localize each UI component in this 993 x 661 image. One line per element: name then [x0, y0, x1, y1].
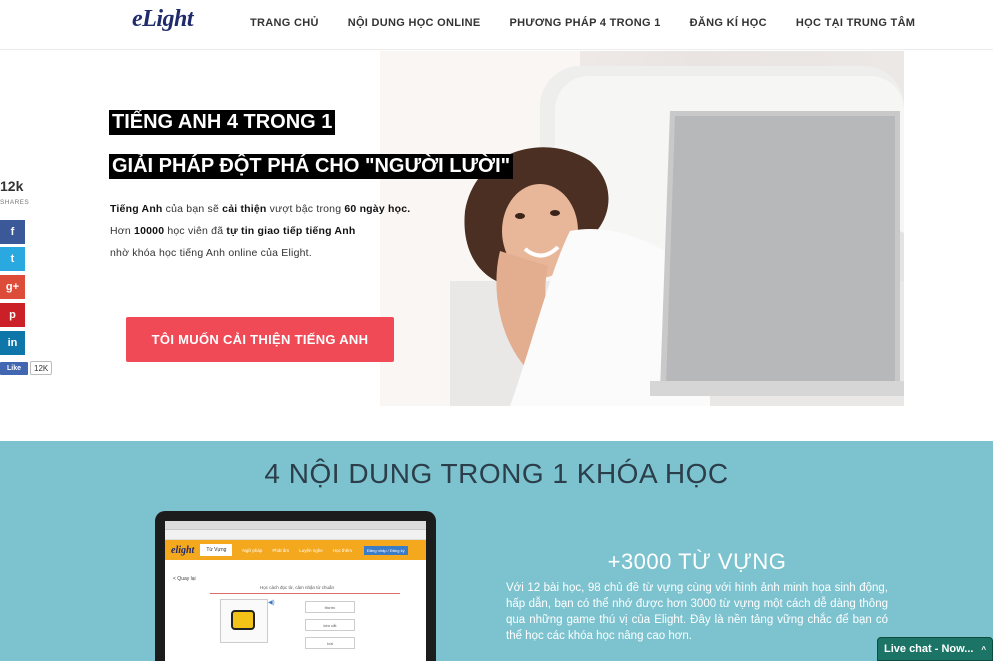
nav-item-register[interactable]: ĐĂNG KÍ HỌC [690, 17, 767, 29]
app-answer-option: thước [305, 601, 355, 613]
twitter-share-button[interactable]: t [0, 247, 25, 271]
hero-photo [380, 51, 904, 406]
facebook-share-button[interactable]: f [0, 220, 25, 244]
live-chat-widget[interactable]: Live chat - Now... ^ [877, 637, 993, 661]
hero-text-line2: Hơn 10000 học viên đã tự tin giao tiếp t… [110, 225, 355, 237]
section-title: 4 NỘI DUNG TRONG 1 KHÓA HỌC [264, 458, 729, 489]
google-plus-share-button[interactable]: g+ [0, 275, 25, 299]
app-tab-vocab: Từ Vựng [200, 544, 233, 556]
tape-measure-image [220, 599, 268, 643]
elight-logo[interactable]: eLight [132, 6, 194, 33]
app-logo: elight [171, 544, 195, 556]
hero-text-emph: 10000 [134, 225, 165, 237]
hero-title-line2: GIẢI PHÁP ĐỘT PHÁ CHO "NGƯỜI LƯỜI" [109, 154, 514, 179]
hero-text-emph: tự tin giao tiếp tiếng Anh [226, 225, 356, 237]
app-divider [210, 593, 400, 594]
hero-text: của bạn sẽ [162, 203, 223, 215]
app-back-link: < Quay lại [173, 576, 196, 582]
app-answer-option: bút [305, 637, 355, 649]
facebook-icon: f [10, 226, 15, 238]
app-menu-item: Học thêm [332, 547, 352, 553]
hero-text-line3: nhờ khóa học tiếng Anh online của Elight… [110, 247, 312, 259]
like-count: 12K [30, 361, 53, 375]
laptop-mockup: elight Từ Vựng Ngữ pháp Phát âm Luyện ng… [155, 511, 436, 661]
tape-measure-icon [231, 610, 255, 630]
chevron-up-icon: ^ [981, 644, 986, 654]
nav-item-method[interactable]: PHƯƠNG PHÁP 4 TRONG 1 [510, 17, 661, 29]
nav-item-online-content[interactable]: NỘI DUNG HỌC ONLINE [348, 17, 481, 29]
nav-item-center[interactable]: HỌC TẠI TRUNG TÂM [796, 17, 915, 29]
app-menu-item: Ngữ pháp [242, 547, 263, 553]
live-chat-label: Live chat - Now... [884, 643, 974, 655]
hero-text-emph: Tiếng Anh [110, 203, 163, 215]
share-count: 12k [0, 178, 24, 194]
hero-text: học viên đã [164, 225, 227, 237]
app-question: Học cách đọc từ, cảm nhận từ chuẩn [260, 585, 335, 590]
top-nav: eLight TRANG CHỦ NỘI DUNG HỌC ONLINE PHƯ… [0, 0, 993, 50]
app-answer-option: kéo cắt [305, 619, 355, 631]
nav-links: TRANG CHỦ NỘI DUNG HỌC ONLINE PHƯƠNG PHÁ… [250, 17, 944, 29]
browser-tab-bar [165, 521, 426, 530]
hero-title-line1: TIẾNG ANH 4 TRONG 1 [109, 110, 336, 135]
share-label: SHARES [0, 199, 30, 206]
facebook-like-button[interactable]: Like [0, 362, 28, 375]
hero-text-emph: cải thiện [222, 203, 267, 215]
hero-text: Hơn [110, 225, 135, 237]
hero-section: TIẾNG ANH 4 TRONG 1 GIẢI PHÁP ĐỘT PHÁ CH… [0, 51, 993, 441]
hero-text: vượt bậc trong [266, 203, 345, 215]
speaker-icon: ◀) [268, 600, 275, 606]
browser-address-bar [165, 530, 426, 540]
laptop-screen: elight Từ Vựng Ngữ pháp Phát âm Luyện ng… [165, 521, 426, 661]
vocab-description: Với 12 bài học, 98 chủ đề từ vựng cùng v… [506, 582, 888, 642]
app-nav: elight Từ Vựng Ngữ pháp Phát âm Luyện ng… [165, 540, 426, 560]
linkedin-icon: in [7, 337, 18, 349]
app-login-button: Đăng nhập / Đăng ký [363, 545, 408, 555]
hero-text-line1: Tiếng Anh của bạn sẽ cải thiện vượt bậc … [110, 203, 410, 215]
nav-item-home[interactable]: TRANG CHỦ [250, 17, 319, 29]
google-plus-icon: g+ [5, 281, 20, 293]
twitter-icon: t [10, 253, 15, 265]
hero-text-emph: 60 ngày học. [344, 203, 411, 215]
linkedin-share-button[interactable]: in [0, 331, 25, 355]
app-menu-item: Luyện nghe [299, 547, 323, 553]
vocab-heading: +3000 TỪ VỰNG [607, 549, 787, 574]
course-content-section: 4 NỘI DUNG TRONG 1 KHÓA HỌC elight Từ Vự… [0, 441, 993, 661]
app-menu-item: Phát âm [272, 547, 290, 553]
improve-english-button[interactable]: TÔI MUỐN CẢI THIỆN TIẾNG ANH [126, 317, 394, 362]
pinterest-icon: p [9, 309, 16, 321]
pinterest-share-button[interactable]: p [0, 303, 25, 327]
